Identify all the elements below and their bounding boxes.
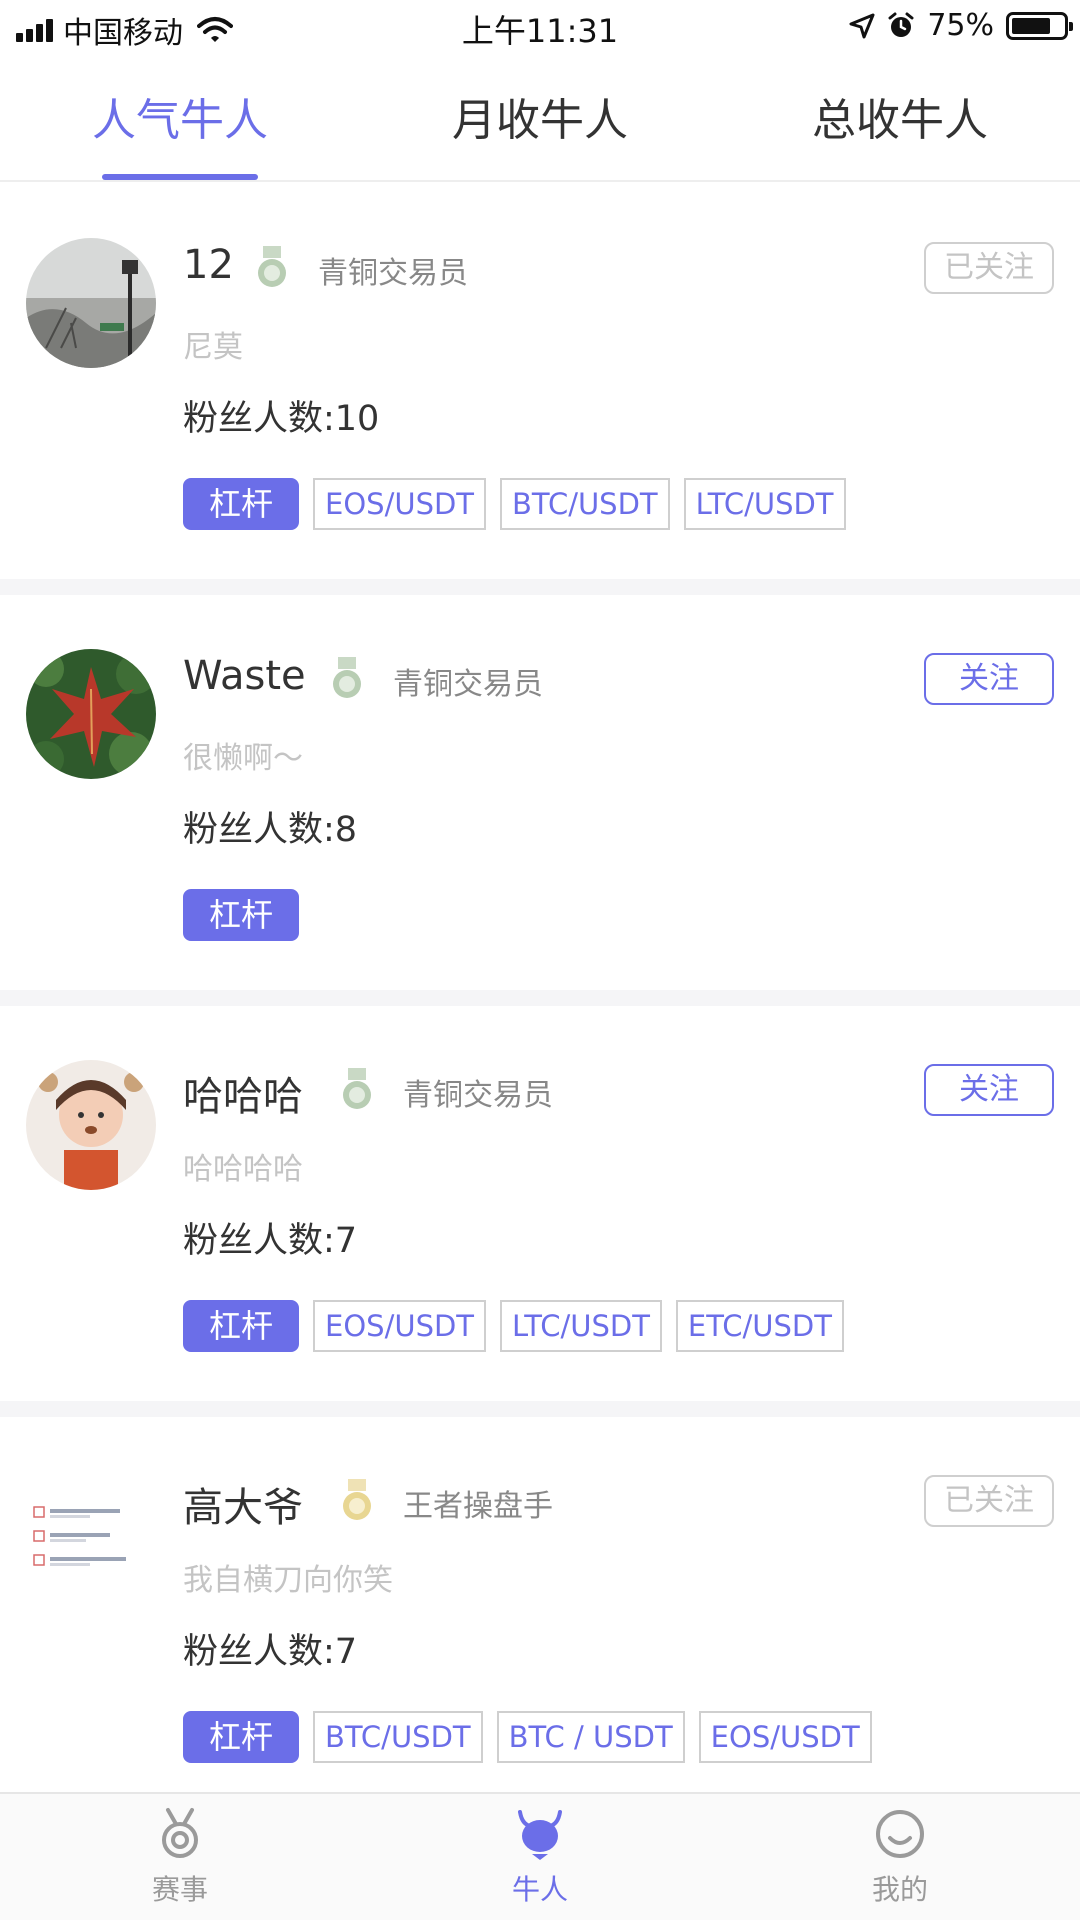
- bull-icon: [518, 1810, 562, 1860]
- tag-leverage: 杠杆: [183, 1711, 300, 1763]
- trader-name: 哈哈哈: [183, 1074, 303, 1120]
- tag-leverage: 杠杆: [183, 478, 300, 530]
- trader-card[interactable]: 哈哈哈 青铜交易员 哈哈哈哈 粉丝人数:7 关注 杠杆 EOS/USDT LTC…: [0, 1006, 1080, 1401]
- tag-pair: EOS/USDT: [313, 478, 487, 530]
- bronze-medal-icon: [258, 246, 286, 287]
- tag-list: 杠杆: [183, 889, 300, 941]
- fans-count: 粉丝人数:7: [183, 1632, 358, 1672]
- nav-competitions[interactable]: 赛事: [0, 1806, 360, 1908]
- nav-label: 我的: [871, 1873, 928, 1906]
- follow-button[interactable]: 关注: [924, 1064, 1054, 1116]
- trader-bio: 我自横刀向你笑: [183, 1563, 393, 1598]
- tag-pair: BTC/USDT: [500, 478, 670, 530]
- card-separator: [0, 1401, 1080, 1417]
- trader-bio: 哈哈哈哈: [183, 1152, 303, 1187]
- tag-list: 杠杆 EOS/USDT BTC/USDT LTC/USDT: [183, 478, 846, 530]
- nav-label: 赛事: [151, 1873, 208, 1906]
- tag-pair: BTC/USDT: [313, 1711, 483, 1763]
- trader-level: 青铜交易员: [318, 256, 468, 291]
- avatar[interactable]: [26, 1471, 156, 1601]
- tab-bar: 人气牛人 月收牛人 总收牛人: [0, 54, 1080, 182]
- fans-count: 粉丝人数:7: [183, 1221, 358, 1261]
- trader-name: Waste: [183, 653, 306, 699]
- trader-name: 12: [183, 242, 234, 288]
- battery-icon: [1006, 11, 1073, 40]
- tag-leverage: 杠杆: [183, 1300, 300, 1352]
- status-right: 75%: [849, 8, 1073, 43]
- trader-level: 王者操盘手: [403, 1489, 553, 1524]
- avatar[interactable]: [26, 1060, 156, 1190]
- trader-card[interactable]: 高大爷 王者操盘手 我自横刀向你笑 粉丝人数:7 已关注 杠杆 BTC/USDT…: [0, 1417, 1080, 1812]
- location-icon: [849, 13, 875, 38]
- trader-name: 高大爷: [183, 1485, 303, 1531]
- tag-pair: EOS/USDT: [698, 1711, 872, 1763]
- follow-button[interactable]: 关注: [924, 653, 1054, 705]
- nav-label: 牛人: [511, 1873, 568, 1906]
- trader-bio: 很懒啊～: [183, 741, 303, 776]
- status-bar: 中国移动 上午11:31 75%: [0, 0, 1080, 54]
- trader-bio: 尼莫: [183, 330, 243, 365]
- nav-profile[interactable]: 我的: [720, 1806, 1080, 1908]
- tag-leverage: 杠杆: [183, 889, 300, 941]
- avatar[interactable]: [26, 649, 156, 779]
- alarm-icon: [888, 12, 914, 37]
- bottom-nav: 赛事 牛人 我的: [0, 1792, 1080, 1920]
- trader-card[interactable]: 12 青铜交易员 尼莫 粉丝人数:10 已关注 杠杆 EOS/USDT BTC/…: [0, 184, 1080, 579]
- tag-pair: EOS/USDT: [313, 1300, 487, 1352]
- trader-level: 青铜交易员: [393, 667, 543, 702]
- tag-list: 杠杆 BTC/USDT BTC / USDT EOS/USDT: [183, 1711, 872, 1763]
- card-separator: [0, 990, 1080, 1006]
- fans-count: 粉丝人数:8: [183, 810, 358, 850]
- tag-list: 杠杆 EOS/USDT LTC/USDT ETC/USDT: [183, 1300, 844, 1352]
- follow-button[interactable]: 已关注: [924, 1475, 1054, 1527]
- nav-traders[interactable]: 牛人: [360, 1806, 720, 1908]
- avatar[interactable]: [26, 238, 156, 368]
- gold-medal-icon: [343, 1479, 371, 1520]
- battery-percent: 75%: [927, 8, 994, 43]
- bronze-medal-icon: [333, 657, 361, 698]
- tag-pair: BTC / USDT: [496, 1711, 685, 1763]
- medal-icon: [162, 1808, 198, 1858]
- trader-level: 青铜交易员: [403, 1078, 553, 1113]
- tab-indicator: [102, 174, 258, 180]
- bronze-medal-icon: [343, 1068, 371, 1109]
- follow-button[interactable]: 已关注: [924, 242, 1054, 294]
- tab-monthly[interactable]: 月收牛人: [360, 84, 720, 148]
- tag-pair: LTC/USDT: [683, 478, 846, 530]
- battery-fill: [1012, 17, 1050, 34]
- profile-icon: [876, 1810, 924, 1858]
- tab-popular[interactable]: 人气牛人: [0, 84, 360, 148]
- card-separator: [0, 579, 1080, 595]
- tag-pair: LTC/USDT: [500, 1300, 662, 1352]
- tag-pair: ETC/USDT: [675, 1300, 844, 1352]
- fans-count: 粉丝人数:10: [183, 399, 380, 439]
- trader-card[interactable]: Waste 青铜交易员 很懒啊～ 粉丝人数:8 关注 杠杆: [0, 595, 1080, 990]
- tab-total[interactable]: 总收牛人: [720, 84, 1080, 148]
